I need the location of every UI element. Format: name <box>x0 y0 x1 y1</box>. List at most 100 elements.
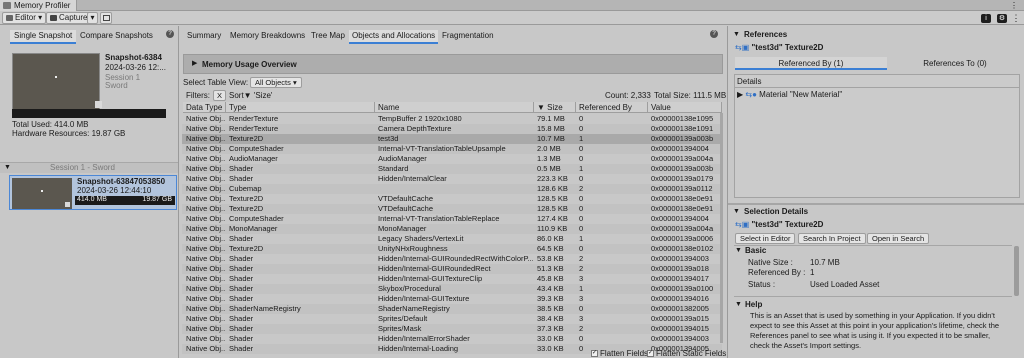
more-icon[interactable]: ⋮ <box>1011 13 1021 23</box>
open-in-search-button[interactable]: Open in Search <box>867 233 930 244</box>
table-row[interactable]: Native Obj... Texture2D VTDefaultCache 128.… <box>182 194 722 204</box>
table-row[interactable]: Native Obj... MonoManager MonoManager 110.9… <box>182 224 722 234</box>
table-row[interactable]: Native Obj... Shader Legacy Shaders/Vertex… <box>182 234 722 244</box>
basic-label: Basic <box>745 246 767 255</box>
cell-value: 0x000001394015 <box>651 324 709 333</box>
col-data-type[interactable]: Data Type <box>183 102 226 113</box>
center-help-icon[interactable]: ? <box>710 30 718 38</box>
settings-icon[interactable]: ⚙ <box>997 14 1007 23</box>
selection-collapse-icon[interactable]: ▼ <box>733 208 740 216</box>
table-row[interactable]: Native Obj... ComputeShader Internal-VT-Tr… <box>182 144 722 154</box>
col-name[interactable]: Name <box>375 102 534 113</box>
cell-size: 64.5 KB <box>537 244 564 253</box>
tree-expand-icon[interactable]: ▶ <box>737 90 743 99</box>
table-row[interactable]: Native Obj... Texture2D test3d 10.7 MB 1 0x00… <box>182 134 722 144</box>
cell-name: Hidden/Internal-GUIRoundedRect <box>378 264 491 273</box>
snapshot-thumbnail[interactable] <box>12 53 102 110</box>
tab-compare-snapshots[interactable]: Compare Snapshots <box>80 31 153 41</box>
tab-referenced-by[interactable]: Referenced By (1) <box>735 57 887 70</box>
table-row[interactable]: Native Obj... Texture2D UnityNHxRoughness 6… <box>182 244 722 254</box>
col-type[interactable]: Type <box>226 102 375 113</box>
cell-value: 0x00000139a0100 <box>651 284 714 293</box>
tab-single-snapshot[interactable]: Single Snapshot <box>10 30 77 44</box>
select-in-editor-button[interactable]: Select in Editor <box>735 233 796 244</box>
cell-type: Shader <box>229 174 254 183</box>
selected-object: ⇆▣ "test3d" Texture2D <box>735 220 823 230</box>
cell-name: Hidden/InternalClear <box>378 174 447 183</box>
basic-divider <box>734 245 1012 246</box>
right-split-divider[interactable] <box>728 203 1024 205</box>
flatten-fields-checkbox[interactable]: ✓ <box>591 350 598 358</box>
col-size[interactable]: ▼ Size <box>534 102 576 113</box>
col-referenced-by[interactable]: Referenced By <box>576 102 648 113</box>
info-icon[interactable]: i <box>981 14 991 23</box>
menu-dots-icon[interactable]: ⋮ <box>1007 1 1021 10</box>
details-scrollbar[interactable] <box>1014 246 1019 296</box>
tab-references-to[interactable]: References To (0) <box>890 57 1020 70</box>
reference-tree-item[interactable]: ▶ ⇆● Material "New Material" <box>737 90 842 100</box>
basic-collapse-icon[interactable]: ▼ <box>735 247 742 255</box>
details-divider <box>734 87 1020 88</box>
window-tab[interactable]: Memory Profiler <box>0 0 78 11</box>
table-row[interactable]: Native Obj... Shader Skybox/Procedural 43.4… <box>182 284 722 294</box>
table-row[interactable]: Native Obj... Shader Sprites/Mask 37.3 KB 2 0… <box>182 324 722 334</box>
editor-dropdown[interactable]: Editor ▾ <box>2 12 47 24</box>
flatten-fields-label: Flatten Fields <box>600 349 649 358</box>
session-header[interactable]: ▼ Session 1 - Sword <box>0 162 178 173</box>
memory-usage-overview[interactable]: ▶ Memory Usage Overview <box>183 54 723 74</box>
cell-size: 86.0 KB <box>537 234 564 243</box>
table-row[interactable]: Native Obj... Shader Hidden/Internal-GUIRo… <box>182 264 722 274</box>
tab-tree-map[interactable]: Tree Map <box>311 31 345 41</box>
table-row[interactable]: Native Obj... Shader Hidden/Internal-GUIRo… <box>182 254 722 264</box>
table-row[interactable]: Native Obj... AudioManager AudioManager 1.3… <box>182 154 722 164</box>
cell-name: Hidden/InternalErrorShader <box>378 334 470 343</box>
tab-objects-and-allocations[interactable]: Objects and Allocations <box>349 30 439 44</box>
table-row[interactable]: Native Obj... ShaderNameRegistry ShaderNam… <box>182 304 722 314</box>
tab-memory-breakdowns[interactable]: Memory Breakdowns <box>230 31 305 41</box>
capture-options-dropdown[interactable]: ▾ <box>87 12 98 24</box>
table-row[interactable]: Native Obj... Cubemap 128.6 KB 2 0x00000139a… <box>182 184 722 194</box>
cell-data-type: Native Obj... <box>186 134 225 143</box>
cell-size: 15.8 MB <box>537 124 565 133</box>
import-snapshot-button[interactable] <box>100 12 112 24</box>
flatten-static-toggle[interactable]: ✓ Flatten Static Fields <box>647 349 726 358</box>
table-row[interactable]: Native Obj... Shader Hidden/InternalErrorS… <box>182 334 722 344</box>
camera-icon <box>50 14 57 21</box>
tab-fragmentation[interactable]: Fragmentation <box>442 31 494 41</box>
tab-summary[interactable]: Summary <box>187 31 221 41</box>
snapshot-list-used: 414.0 MB <box>77 196 107 203</box>
cell-size: 38.5 KB <box>537 304 564 313</box>
search-in-project-button[interactable]: Search In Project <box>798 233 866 244</box>
flatten-static-checkbox[interactable]: ✓ <box>647 350 654 358</box>
snapshot-list-item[interactable]: Snapshot-63847053850 2024-03-26 12:44:10… <box>9 175 177 210</box>
table-row[interactable]: Native Obj... RenderTexture TempBuffer 2 1… <box>182 114 722 124</box>
table-scrollbar[interactable] <box>720 113 723 343</box>
table-row[interactable]: Native Obj... Shader Hidden/Internal-GUITe… <box>182 294 722 304</box>
cell-type: Shader <box>229 324 254 333</box>
cell-referenced-by: 1 <box>579 134 584 143</box>
table-row[interactable]: Native Obj... ComputeShader Internal-VT-Tr… <box>182 214 722 224</box>
table-view-dropdown[interactable]: All Objects ▾ <box>250 77 302 88</box>
window-title: Memory Profiler <box>14 1 71 10</box>
table-row[interactable]: Native Obj... RenderTexture Camera DepthTe… <box>182 124 722 134</box>
references-collapse-icon[interactable]: ▼ <box>733 31 740 39</box>
cell-type: Shader <box>229 234 254 243</box>
capture-button[interactable]: Capture <box>46 12 92 24</box>
cell-referenced-by: 0 <box>579 214 584 223</box>
cell-value: 0x00000138e1095 <box>651 114 714 123</box>
table-row[interactable]: Native Obj... Shader Sprites/Default 38.4 K… <box>182 314 722 324</box>
table-row[interactable]: Native Obj... Shader Hidden/Internal-GUITe… <box>182 274 722 284</box>
table-row[interactable]: Native Obj... Shader Hidden/InternalClear 2… <box>182 174 722 184</box>
flatten-fields-toggle[interactable]: ✓ Flatten Fields <box>591 349 648 358</box>
table-row[interactable]: Native Obj... Texture2D VTDefaultCache 128.… <box>182 204 722 214</box>
clear-filter-button[interactable]: X <box>213 90 227 101</box>
cell-referenced-by: 0 <box>579 174 584 183</box>
cell-referenced-by: 1 <box>579 164 584 173</box>
monitor-icon <box>6 14 13 21</box>
help-collapse-icon[interactable]: ▼ <box>735 301 742 309</box>
snapshot-list-total: 19.87 GB <box>142 196 172 203</box>
table-row[interactable]: Native Obj... Shader Standard 0.5 MB 1 0x0000… <box>182 164 722 174</box>
import-icon <box>103 15 110 21</box>
help-icon[interactable]: ? <box>166 30 174 38</box>
col-value[interactable]: Value <box>648 102 722 113</box>
